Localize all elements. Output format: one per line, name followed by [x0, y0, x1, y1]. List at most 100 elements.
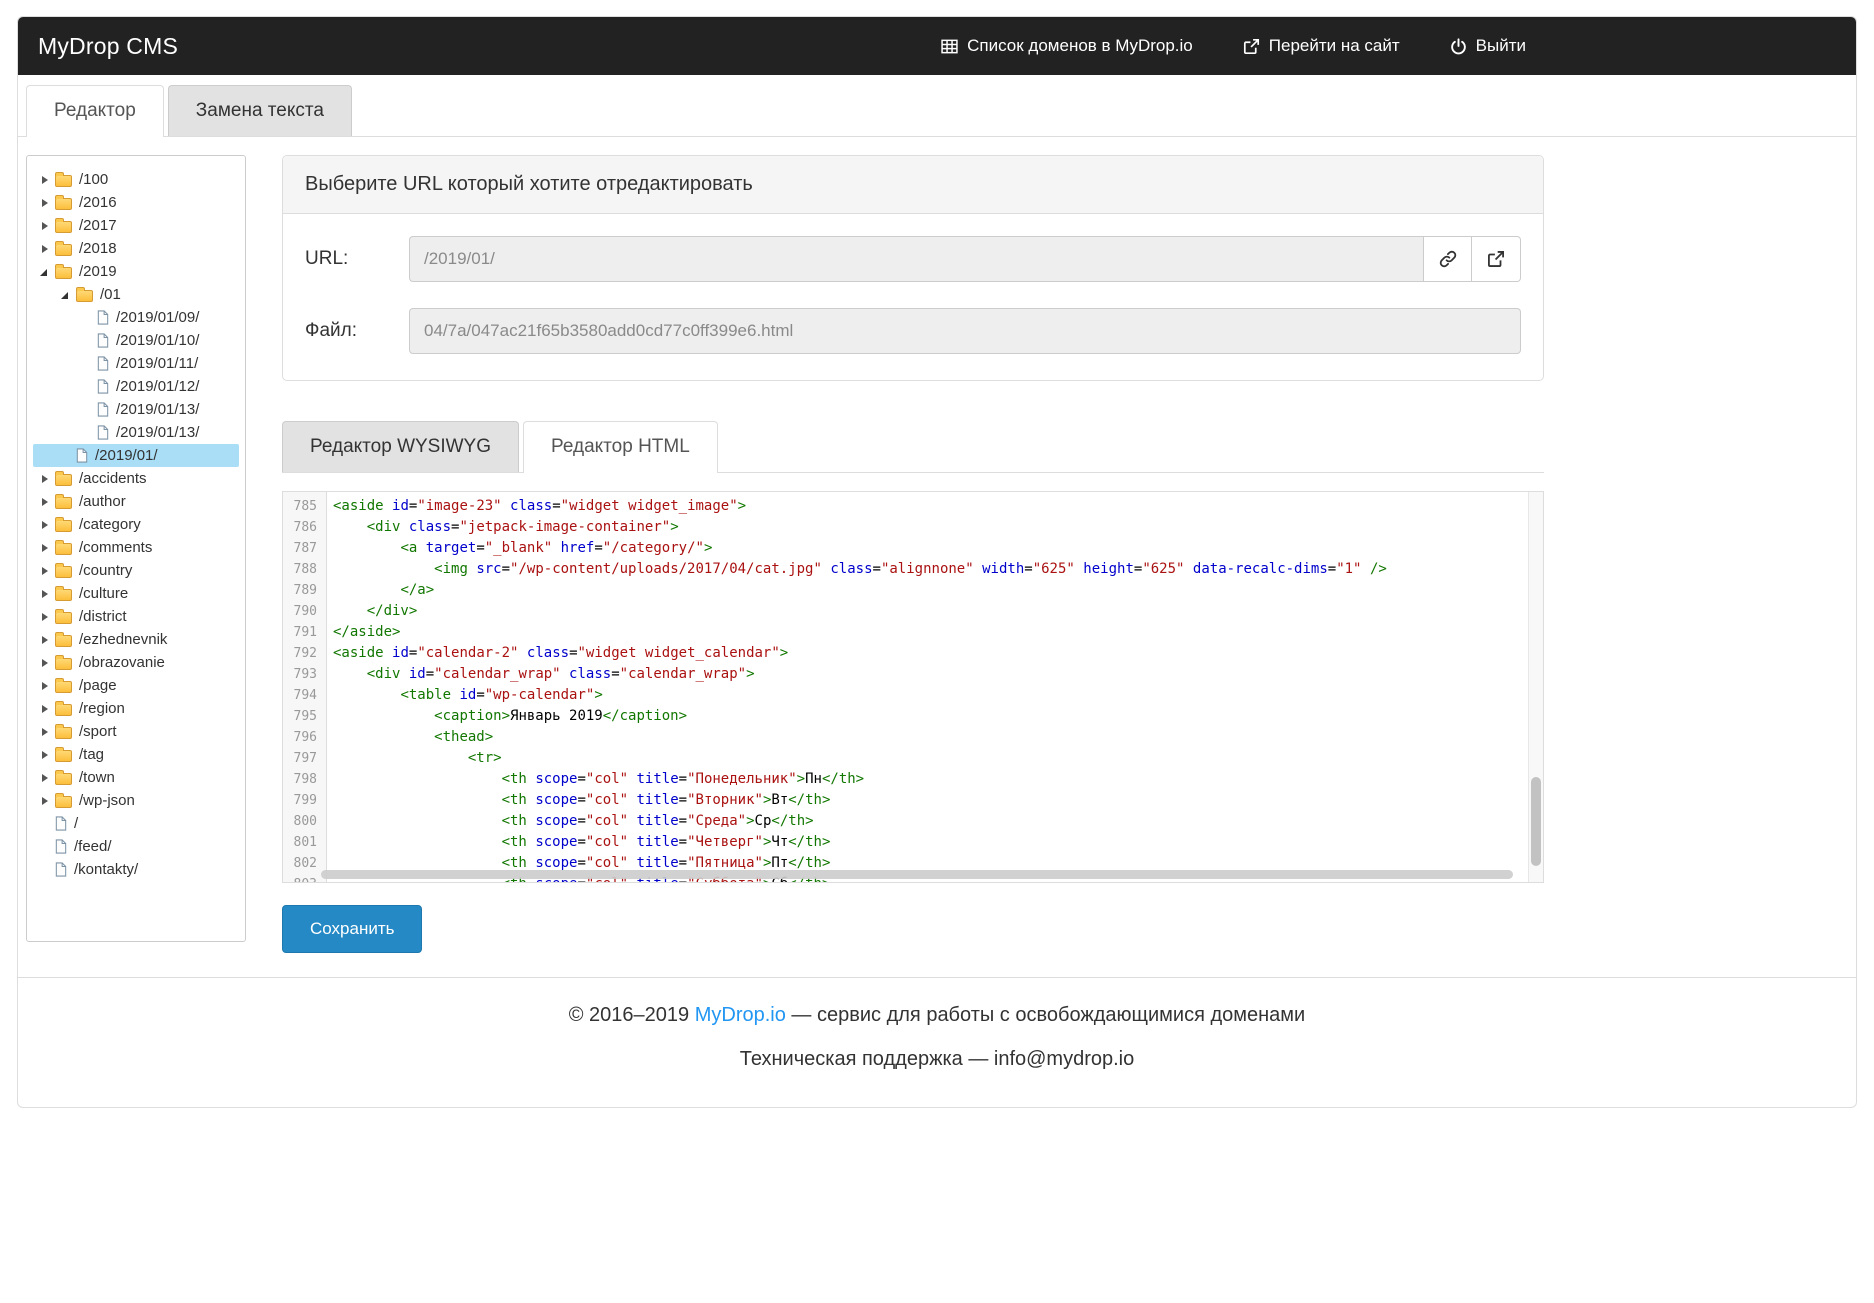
tree-item[interactable]: /author [33, 490, 239, 513]
tree-item[interactable]: /ezhednevnik [33, 628, 239, 651]
caret-collapsed-icon[interactable] [37, 541, 55, 555]
tree-item[interactable]: /kontakty/ [33, 858, 239, 881]
tree-item[interactable]: /obrazovanie [33, 651, 239, 674]
caret-collapsed-icon[interactable] [37, 725, 55, 739]
tree-item-label: /kontakty/ [74, 861, 138, 878]
save-button[interactable]: Сохранить [282, 905, 422, 953]
folder-icon [55, 727, 72, 739]
tab-html-editor[interactable]: Редактор HTML [523, 421, 718, 473]
caret-spacer [37, 840, 55, 854]
tree-item[interactable]: /culture [33, 582, 239, 605]
domain-list-link[interactable]: Список доменов в MyDrop.io [941, 36, 1193, 56]
caret-collapsed-icon[interactable] [37, 748, 55, 762]
caret-collapsed-icon[interactable] [37, 679, 55, 693]
link-button[interactable] [1423, 236, 1472, 282]
code-line: 787 <a target="_blank" href="/category/"… [283, 538, 1543, 559]
tree-item[interactable]: /tag [33, 743, 239, 766]
tab-wysiwyg-editor[interactable]: Редактор WYSIWYG [282, 421, 519, 472]
tab-editor[interactable]: Редактор [26, 85, 164, 137]
go-to-site-link[interactable]: Перейти на сайт [1243, 36, 1400, 56]
file-label: Файл: [305, 320, 409, 342]
tree-item[interactable]: /country [33, 559, 239, 582]
tree-item[interactable]: /2019/01/13/ [33, 421, 239, 444]
caret-collapsed-icon[interactable] [37, 610, 55, 624]
caret-collapsed-icon[interactable] [37, 656, 55, 670]
chain-link-icon [1439, 250, 1457, 268]
caret-collapsed-icon[interactable] [37, 196, 55, 210]
tree-item-label: /category [79, 516, 141, 533]
tree-item[interactable]: /sport [33, 720, 239, 743]
caret-collapsed-icon[interactable] [37, 219, 55, 233]
caret-spacer [58, 449, 76, 463]
mydrop-link[interactable]: MyDrop.io [695, 1004, 786, 1026]
caret-collapsed-icon[interactable] [37, 242, 55, 256]
horizontal-scrollbar-thumb[interactable] [321, 870, 1513, 879]
tree-item[interactable]: /district [33, 605, 239, 628]
tree-item[interactable]: /2019/01/13/ [33, 398, 239, 421]
caret-collapsed-icon[interactable] [37, 495, 55, 509]
tree-item-label: /district [79, 608, 127, 625]
tree-item[interactable]: /accidents [33, 467, 239, 490]
tree-item[interactable]: /2017 [33, 214, 239, 237]
caret-collapsed-icon[interactable] [37, 633, 55, 647]
tree-item-label: /100 [79, 171, 108, 188]
file-icon [55, 816, 67, 831]
html-code-editor[interactable]: 785<aside id="image-23" class="widget wi… [282, 491, 1544, 883]
tree-item[interactable]: /category [33, 513, 239, 536]
support-line: Техническая поддержка — info@mydrop.io [18, 1048, 1856, 1071]
caret-collapsed-icon[interactable] [37, 587, 55, 601]
tree-item[interactable]: /2019/01/11/ [33, 352, 239, 375]
folder-icon [55, 704, 72, 716]
tree-item[interactable]: /feed/ [33, 835, 239, 858]
tree-item[interactable]: /2019/01/ [33, 444, 239, 467]
url-input-group [409, 236, 1521, 282]
caret-collapsed-icon[interactable] [37, 518, 55, 532]
caret-expanded-icon[interactable] [37, 265, 55, 279]
navbar: MyDrop CMS Список доменов в MyDrop.io Пе… [18, 17, 1856, 75]
url-input[interactable] [409, 236, 1423, 282]
tree-item[interactable]: /01 [33, 283, 239, 306]
tree-item[interactable]: /2019/01/10/ [33, 329, 239, 352]
caret-collapsed-icon[interactable] [37, 564, 55, 578]
vertical-scrollbar[interactable] [1528, 492, 1543, 882]
caret-collapsed-icon[interactable] [37, 702, 55, 716]
tree-item[interactable]: /100 [33, 168, 239, 191]
brand-title[interactable]: MyDrop CMS [38, 33, 178, 60]
line-number: 789 [283, 580, 327, 601]
tree-item-label: /culture [79, 585, 128, 602]
file-icon [55, 862, 67, 877]
file-icon [76, 448, 88, 463]
file-path-input[interactable] [409, 308, 1521, 354]
tree-item[interactable]: /2019/01/12/ [33, 375, 239, 398]
logout-link[interactable]: Выйти [1450, 36, 1526, 56]
folder-icon [55, 681, 72, 693]
folder-icon [55, 773, 72, 785]
tree-item[interactable]: /comments [33, 536, 239, 559]
line-number: 794 [283, 685, 327, 706]
app-container: MyDrop CMS Список доменов в MyDrop.io Пе… [17, 16, 1857, 1108]
tree-item[interactable]: /2019/01/09/ [33, 306, 239, 329]
line-number: 793 [283, 664, 327, 685]
open-url-button[interactable] [1472, 236, 1521, 282]
caret-collapsed-icon[interactable] [37, 771, 55, 785]
line-number: 796 [283, 727, 327, 748]
caret-expanded-icon[interactable] [58, 288, 76, 302]
main-tabs: Редактор Замена текста [18, 75, 1856, 137]
vertical-scrollbar-thumb[interactable] [1531, 777, 1541, 867]
tree-item[interactable]: /page [33, 674, 239, 697]
folder-icon [55, 612, 72, 624]
code-line: 799 <th scope="col" title="Вторник">Вт</… [283, 790, 1543, 811]
tree-item[interactable]: /town [33, 766, 239, 789]
code-line: 798 <th scope="col" title="Понедельник">… [283, 769, 1543, 790]
tree-item[interactable]: / [33, 812, 239, 835]
caret-collapsed-icon[interactable] [37, 794, 55, 808]
tree-item[interactable]: /2016 [33, 191, 239, 214]
tree-item[interactable]: /wp-json [33, 789, 239, 812]
tab-text-replace[interactable]: Замена текста [168, 85, 352, 136]
caret-collapsed-icon[interactable] [37, 472, 55, 486]
tree-item[interactable]: /2018 [33, 237, 239, 260]
tree-item-label: /obrazovanie [79, 654, 165, 671]
tree-item[interactable]: /2019 [33, 260, 239, 283]
caret-collapsed-icon[interactable] [37, 173, 55, 187]
tree-item[interactable]: /region [33, 697, 239, 720]
